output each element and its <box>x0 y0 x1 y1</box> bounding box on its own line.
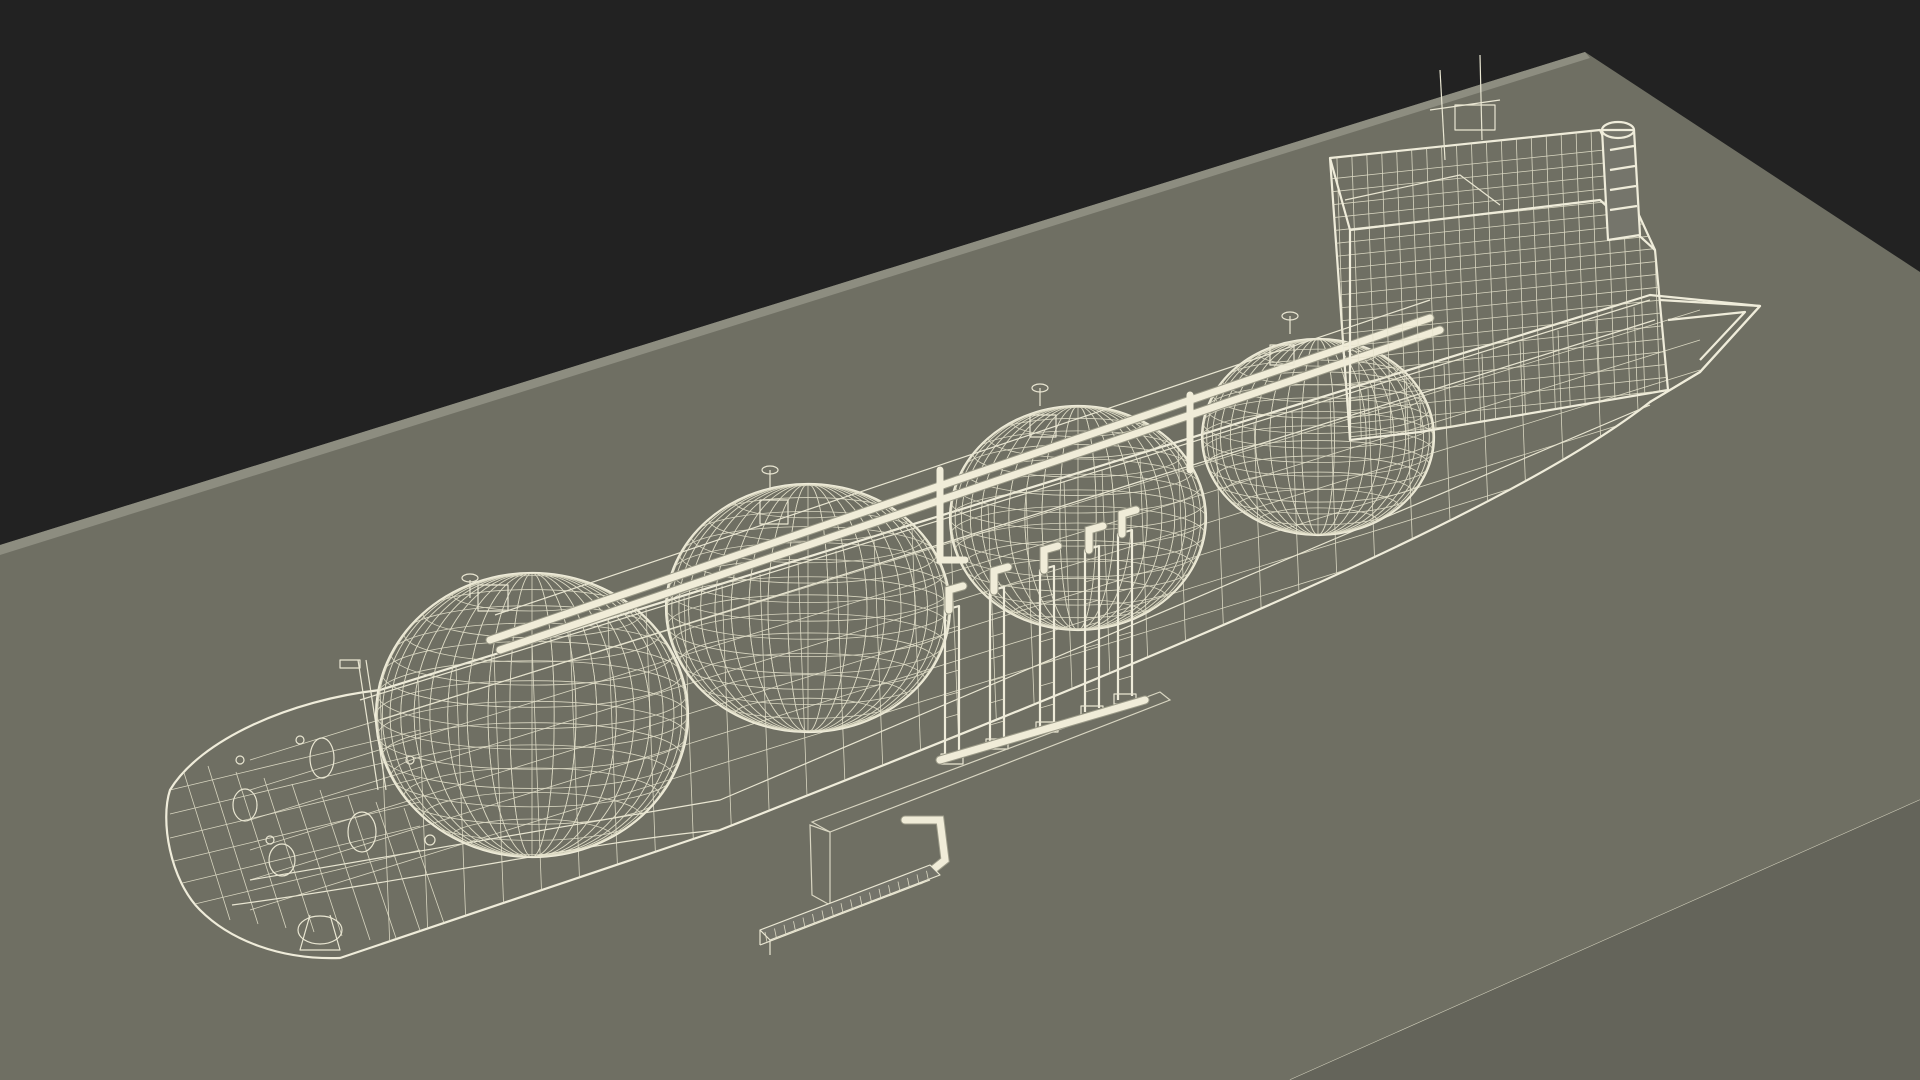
render-viewport <box>0 0 1920 1080</box>
wireframe-scene <box>0 52 1920 1080</box>
exhaust-funnel <box>1600 120 1642 242</box>
